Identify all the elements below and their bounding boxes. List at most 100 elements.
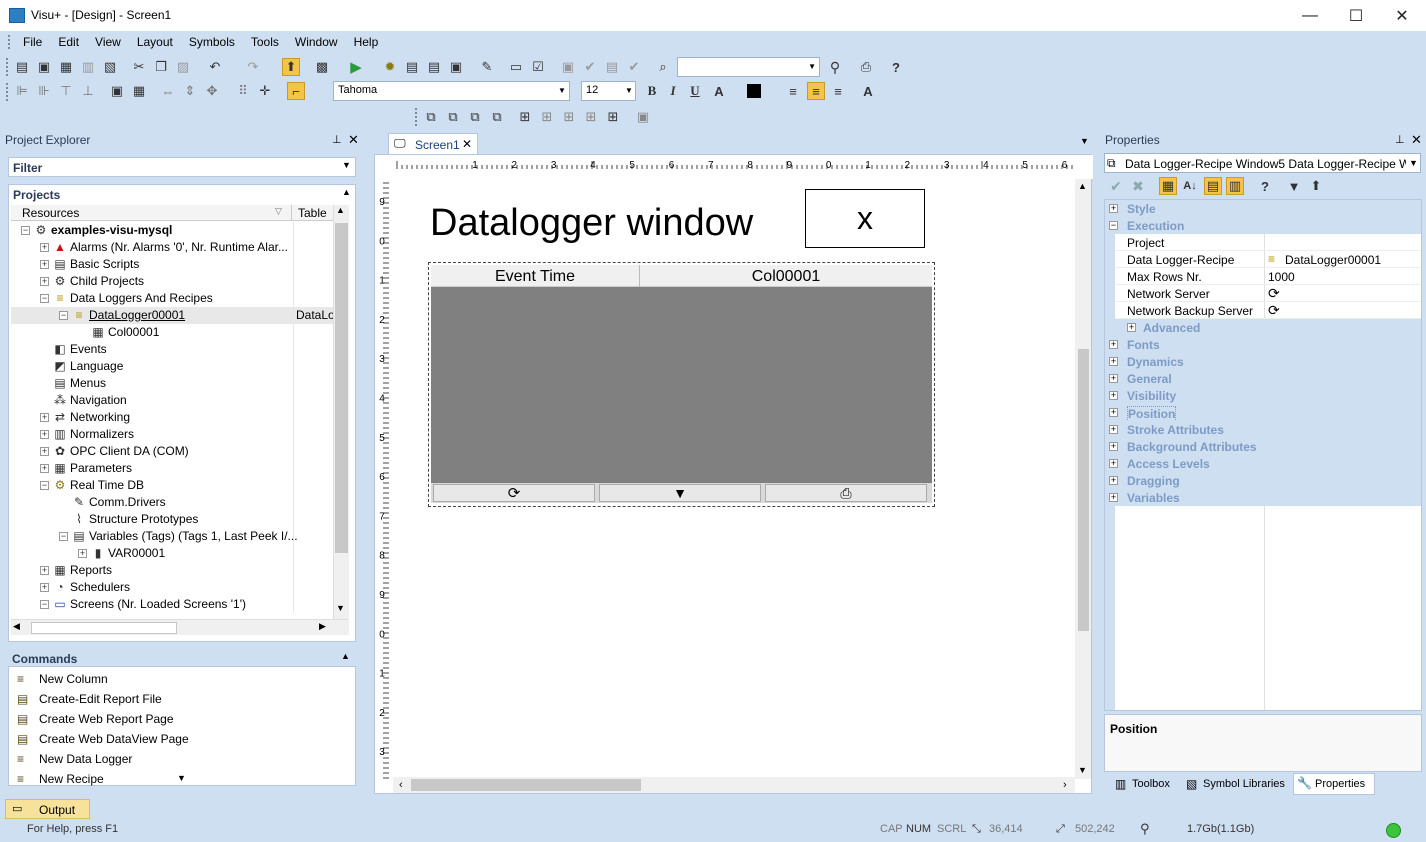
tree-item[interactable]: − ▭ Screens (Nr. Loaded Screens '1') bbox=[11, 596, 333, 613]
property-category[interactable]: + Background Attributes bbox=[1105, 438, 1421, 455]
disabled-icon-a[interactable]: ▣ bbox=[559, 58, 577, 76]
tab-properties[interactable]: 🔧 Properties bbox=[1293, 773, 1375, 795]
canvas-hscroll-thumb[interactable] bbox=[411, 779, 641, 791]
filter-section[interactable]: Filter ▼ bbox=[8, 157, 356, 177]
expand-icon[interactable]: + bbox=[40, 583, 49, 592]
tree-item[interactable]: + ⇄ Networking bbox=[11, 409, 333, 426]
align-top-icon[interactable]: ⊤ bbox=[57, 82, 75, 100]
property-category[interactable]: + Fonts bbox=[1105, 336, 1421, 353]
property-row[interactable]: Max Rows Nr. 1000 bbox=[1105, 268, 1421, 285]
expand-icon[interactable]: + bbox=[40, 464, 49, 473]
tree-item[interactable]: ✎ Comm.Drivers bbox=[11, 494, 333, 511]
command-item[interactable]: ≡ New Recipe bbox=[17, 769, 104, 789]
tree-item[interactable]: − ≡ DataLogger00001 DataLo bbox=[11, 307, 333, 324]
commands-collapse-icon[interactable]: ▲ bbox=[341, 651, 350, 661]
grid-col-event-time[interactable]: Event Time bbox=[431, 268, 639, 286]
tree-item[interactable]: ▤ Menus bbox=[11, 375, 333, 392]
toolbar-icon-c[interactable]: ▣ bbox=[447, 58, 465, 76]
menu-symbols[interactable]: Symbols bbox=[181, 35, 243, 49]
expand-icon[interactable]: + bbox=[1109, 391, 1118, 400]
expand-icon[interactable]: + bbox=[1109, 408, 1118, 417]
tree-item[interactable]: + ▦ Parameters bbox=[11, 460, 333, 477]
tree-item[interactable]: ⁂ Navigation bbox=[11, 392, 333, 409]
ungroup-icon[interactable]: ▦ bbox=[130, 82, 148, 100]
tree-horizontal-scrollbar[interactable]: ◀ ▶ bbox=[11, 619, 349, 635]
properties-pin-icon[interactable]: ⊥ bbox=[1395, 133, 1405, 146]
fill-color-icon[interactable] bbox=[745, 82, 763, 100]
tree-item[interactable]: + ◔ Schedulers bbox=[11, 579, 333, 596]
send-back-icon[interactable]: ⧉ bbox=[444, 108, 462, 126]
pointer-mode-icon[interactable]: ⬆ bbox=[282, 58, 300, 76]
expand-icon[interactable]: + bbox=[1127, 323, 1136, 332]
tree-item[interactable]: + ▦ Reports bbox=[11, 562, 333, 579]
canvas-scroll-right-icon[interactable]: › bbox=[1063, 779, 1067, 791]
text-align-center-icon[interactable]: ≡ bbox=[807, 82, 825, 100]
tree-item[interactable]: + ▥ Normalizers bbox=[11, 426, 333, 443]
layout-icon-b[interactable]: ⊞ bbox=[538, 108, 556, 126]
italic-icon[interactable]: I bbox=[664, 82, 682, 100]
tree-item[interactable]: ⌇ Structure Prototypes bbox=[11, 511, 333, 528]
events-page-icon[interactable]: ▥ bbox=[1226, 177, 1244, 195]
projects-collapse-icon[interactable]: ▲ bbox=[342, 187, 351, 197]
tree-scroll-thumb[interactable] bbox=[335, 223, 348, 553]
zoom-icon[interactable]: ⚲ bbox=[1140, 821, 1150, 837]
close-box[interactable]: x bbox=[805, 189, 925, 248]
expand-icon[interactable]: + bbox=[40, 413, 49, 422]
tree-hscroll-thumb[interactable] bbox=[31, 622, 177, 634]
tree-item[interactable]: − ⚙ examples-visu-mysql bbox=[11, 222, 333, 239]
filter-expand-icon[interactable]: ▼ bbox=[342, 160, 351, 170]
grid-icon[interactable]: ⠿ bbox=[234, 82, 252, 100]
datalogger-heading[interactable]: Datalogger window bbox=[430, 202, 753, 245]
expand-icon[interactable]: + bbox=[1109, 425, 1118, 434]
new-document-icon[interactable]: ▤ bbox=[13, 58, 31, 76]
properties-help-icon[interactable]: ? bbox=[1256, 177, 1274, 195]
property-category[interactable]: + Access Levels bbox=[1105, 455, 1421, 472]
layout-icon-a[interactable]: ⊞ bbox=[516, 108, 534, 126]
expand-icon[interactable]: + bbox=[1109, 476, 1118, 485]
build-icon[interactable]: ▩ bbox=[313, 58, 331, 76]
expand-icon[interactable]: + bbox=[1109, 459, 1118, 468]
property-category[interactable]: + Style bbox=[1105, 200, 1421, 217]
tree-item[interactable]: + ✿ OPC Client DA (COM) bbox=[11, 443, 333, 460]
command-item[interactable]: ≡ New Column bbox=[17, 669, 108, 689]
collapse-icon[interactable]: − bbox=[59, 532, 68, 541]
close-button[interactable]: ✕ bbox=[1379, 0, 1425, 31]
tree-item[interactable]: ◧ Events bbox=[11, 341, 333, 358]
ruler-toggle-icon[interactable]: ⌐ bbox=[287, 82, 305, 100]
property-category[interactable]: − Execution bbox=[1105, 217, 1421, 234]
backward-icon[interactable]: ⧉ bbox=[488, 108, 506, 126]
tree-item[interactable]: + ▮ VAR00001 bbox=[11, 545, 333, 562]
undo-icon[interactable]: ↶ bbox=[206, 58, 224, 76]
minimize-button[interactable]: — bbox=[1287, 0, 1333, 31]
cancel-x-icon[interactable]: ✖ bbox=[1129, 177, 1147, 195]
property-value[interactable]: 1000 bbox=[1268, 270, 1295, 284]
tree-item[interactable]: + ⚙ Child Projects bbox=[11, 273, 333, 290]
layout-icon-f[interactable]: ▣ bbox=[634, 108, 652, 126]
tree-item[interactable]: − ⚙ Real Time DB bbox=[11, 477, 333, 494]
forward-icon[interactable]: ⧉ bbox=[466, 108, 484, 126]
property-category[interactable]: + General bbox=[1105, 370, 1421, 387]
alphabetical-icon[interactable]: A↓ bbox=[1181, 177, 1199, 195]
properties-page-icon[interactable]: ▤ bbox=[1204, 177, 1222, 195]
scroll-left-icon[interactable]: ◀ bbox=[13, 621, 20, 632]
properties-filter-icon[interactable]: ▼ bbox=[1285, 177, 1303, 195]
expand-icon[interactable]: + bbox=[40, 447, 49, 456]
tree-item[interactable]: ◩ Language bbox=[11, 358, 333, 375]
expand-icon[interactable]: + bbox=[1109, 204, 1118, 213]
canvas-scroll-down-icon[interactable]: ▼ bbox=[1078, 765, 1087, 775]
property-value[interactable]: DataLogger00001 bbox=[1285, 253, 1381, 267]
layout-icon-c[interactable]: ⊞ bbox=[560, 108, 578, 126]
command-item[interactable]: ▤ Create-Edit Report File bbox=[17, 689, 162, 709]
property-category[interactable]: + Position bbox=[1105, 404, 1421, 422]
save-all-icon[interactable]: ▧ bbox=[101, 58, 119, 76]
expand-icon[interactable]: + bbox=[1109, 442, 1118, 451]
command-item[interactable]: ▤ Create Web Report Page bbox=[17, 709, 174, 729]
collapse-icon[interactable]: − bbox=[40, 481, 49, 490]
toolbar-icon-b[interactable]: ▤ bbox=[425, 58, 443, 76]
window-icon[interactable]: ▭ bbox=[507, 58, 525, 76]
tree-item[interactable]: + ▤ Basic Scripts bbox=[11, 256, 333, 273]
canvas-horizontal-scrollbar[interactable]: ‹ › bbox=[393, 777, 1075, 793]
tree-item[interactable]: ▦ Col00001 bbox=[11, 324, 333, 341]
print-button[interactable]: ⎙ bbox=[765, 484, 927, 502]
help-icon[interactable]: ? bbox=[887, 58, 905, 76]
